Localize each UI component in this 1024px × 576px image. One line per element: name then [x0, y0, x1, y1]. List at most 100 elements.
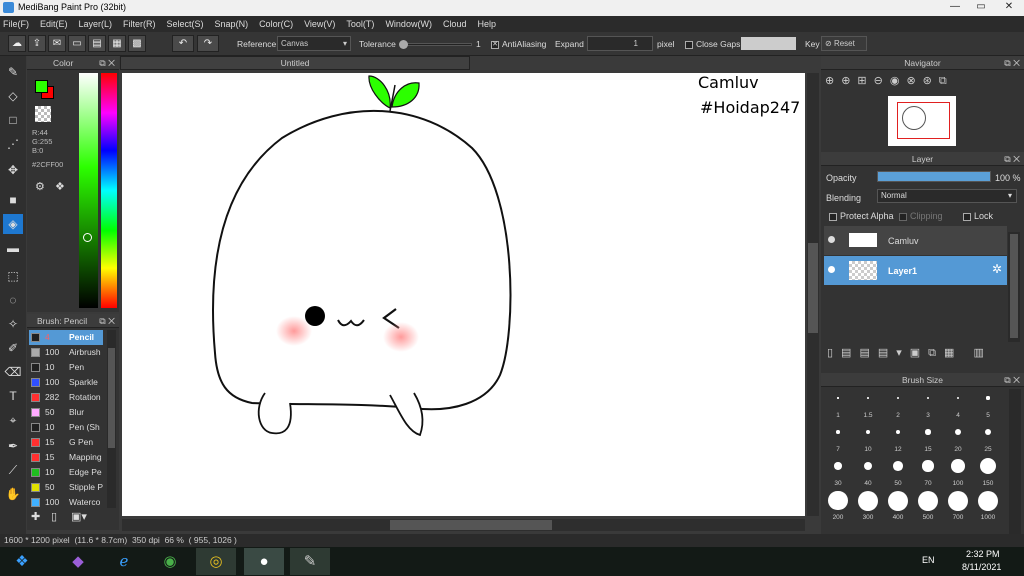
brush-item[interactable]: 282 Rotation	[29, 390, 103, 405]
brush-list-scrollbar[interactable]	[107, 330, 116, 508]
menu-help[interactable]: Help	[477, 19, 496, 29]
brush-size-option[interactable]: 150	[974, 457, 1002, 487]
move-tool-icon[interactable]: ✥	[3, 160, 23, 180]
internet-explorer-icon[interactable]: ℯ	[104, 548, 144, 575]
rectangle-tool-icon[interactable]: □	[3, 110, 23, 130]
menu-layer[interactable]: Layer(L)	[79, 19, 113, 29]
layer-actions[interactable]: ▯▤▤▤▾▣⧉▦ ▥	[827, 346, 1017, 360]
maximize-button[interactable]: ▭	[968, 0, 994, 14]
lasso-tool-icon[interactable]: ◌	[3, 290, 23, 310]
paint-icon[interactable]: ✎	[290, 548, 330, 575]
tolerance-slider[interactable]	[399, 40, 472, 49]
gradient-tool-icon[interactable]: ▬	[3, 238, 23, 258]
brush-menu-icon[interactable]: ▣▾	[71, 510, 87, 523]
brightness-slider[interactable]	[79, 73, 98, 308]
blending-dropdown[interactable]: Normal ▾	[877, 189, 1017, 203]
document-tab[interactable]: Untitled	[120, 56, 470, 70]
brush-item[interactable]: 15 G Pen	[29, 435, 103, 450]
new-brush-icon[interactable]: ▯	[51, 510, 57, 523]
comment-icon[interactable]: ✉	[48, 35, 66, 52]
tolerance-slider-handle[interactable]	[399, 40, 408, 49]
share-icon[interactable]: ⇪	[28, 35, 46, 52]
foreground-swatch[interactable]	[35, 80, 48, 93]
menu-file[interactable]: File(F)	[3, 19, 29, 29]
brush-size-option[interactable]: 4	[944, 389, 972, 419]
hue-slider[interactable]	[101, 73, 117, 308]
brush-item[interactable]: 10 Pen (Sh	[29, 420, 103, 435]
app-icon[interactable]: ◉	[150, 548, 190, 575]
layer-row-camluv[interactable]: Camluv	[824, 226, 1007, 255]
brush-size-scrollbar[interactable]	[1009, 389, 1021, 534]
vertical-scrollbar[interactable]	[807, 73, 819, 516]
brush-size-option[interactable]: 400	[884, 491, 912, 521]
brush-item[interactable]: 100 Sparkle	[29, 375, 103, 390]
start-button-icon[interactable]: ❖	[2, 548, 42, 575]
bucket-tool-icon[interactable]: ◈	[3, 214, 23, 234]
brush-size-option[interactable]: 70	[914, 457, 942, 487]
fill-shape-tool-icon[interactable]: ■	[3, 190, 23, 210]
close-button[interactable]: ✕	[994, 0, 1024, 14]
antialiasing-checkbox[interactable]: ✕ AntiAliasing	[491, 39, 546, 49]
reference-dropdown[interactable]: Canvas ▾	[277, 36, 351, 51]
panel-close-icon[interactable]: ⧉ ✕	[1004, 56, 1020, 70]
minimize-button[interactable]: —	[942, 0, 968, 14]
brush-item[interactable]: 100 Airbrush	[29, 345, 103, 360]
brush-size-option[interactable]: 5	[974, 389, 1002, 419]
opacity-slider[interactable]	[877, 171, 991, 182]
brush-item[interactable]: 4 Pencil	[29, 330, 103, 345]
panel-close-icon[interactable]: ⧉ ✕	[1004, 373, 1020, 387]
brush-item[interactable]: 50 Blur	[29, 405, 103, 420]
brush-size-option[interactable]: 3	[914, 389, 942, 419]
medibang-icon[interactable]: ●	[244, 548, 284, 575]
color-picker-icon[interactable]: ❖	[55, 180, 65, 193]
eyedropper-tool-icon[interactable]: ✒	[3, 436, 23, 456]
transparent-swatch[interactable]	[35, 106, 51, 122]
brush-item[interactable]: 10 Edge Pe	[29, 465, 103, 480]
lock-checkbox[interactable]: Lock	[963, 211, 993, 221]
brush-size-option[interactable]: 40	[854, 457, 882, 487]
brush-item[interactable]: 10 Pen	[29, 360, 103, 375]
add-brush-icon[interactable]: ✚	[31, 510, 40, 523]
visibility-icon[interactable]	[828, 266, 835, 273]
brightness-handle[interactable]	[83, 233, 92, 242]
brush-size-option[interactable]: 700	[944, 491, 972, 521]
select-tool-icon[interactable]: ⬚	[3, 266, 23, 286]
brush-size-option[interactable]: 1000	[974, 491, 1002, 521]
brush-item[interactable]: 100 Waterco	[29, 495, 103, 510]
reset-button[interactable]: ⊘ Reset	[821, 36, 867, 51]
text-tool-icon[interactable]: T	[3, 386, 23, 406]
undo-icon[interactable]: ↶	[172, 35, 194, 52]
language-indicator[interactable]: EN	[922, 555, 935, 565]
panel-close-icon[interactable]: ⧉ ✕	[99, 314, 115, 328]
close-gaps-field[interactable]	[741, 37, 796, 50]
operation-tool-icon[interactable]: ⌖	[3, 410, 23, 430]
brush-size-option[interactable]: 300	[854, 491, 882, 521]
brush-size-option[interactable]: 100	[944, 457, 972, 487]
grid-icon[interactable]: ▩	[128, 35, 146, 52]
brush-tool-icon[interactable]: ✎	[3, 62, 23, 82]
brush-size-option[interactable]: 10	[854, 423, 882, 453]
brush-size-option[interactable]: 500	[914, 491, 942, 521]
expand-stepper[interactable]: 1	[587, 36, 653, 51]
dot-tool-icon[interactable]: ⋰	[3, 134, 23, 154]
redo-icon[interactable]: ↷	[197, 35, 219, 52]
brush-size-option[interactable]: 12	[884, 423, 912, 453]
navigator-toolbar[interactable]: ⊕⊕⊞⊖◉⊗⊛⧉	[825, 74, 1015, 92]
brush-size-option[interactable]: 30	[824, 457, 852, 487]
select-pen-icon[interactable]: ✐	[3, 338, 23, 358]
palette-icon[interactable]: ⚙	[35, 180, 45, 193]
navigator-preview[interactable]	[888, 96, 956, 146]
menu-edit[interactable]: Edit(E)	[40, 19, 68, 29]
menu-snap[interactable]: Snap(N)	[215, 19, 249, 29]
visual-studio-icon[interactable]: ◆	[58, 548, 98, 575]
drawing-canvas[interactable]: Camluv #Hoidap247	[122, 73, 805, 516]
layer-scrollbar[interactable]	[1008, 232, 1020, 342]
new-file-icon[interactable]: ▭	[68, 35, 86, 52]
panel-close-icon[interactable]: ⧉ ✕	[1004, 152, 1020, 166]
divide-tool-icon[interactable]: ⟋	[3, 460, 23, 480]
visibility-icon[interactable]	[828, 236, 835, 243]
navigator-view-box[interactable]	[897, 102, 950, 139]
clipping-checkbox[interactable]: Clipping	[899, 211, 943, 221]
horizontal-scrollbar[interactable]	[122, 519, 805, 531]
menu-select[interactable]: Select(S)	[167, 19, 204, 29]
